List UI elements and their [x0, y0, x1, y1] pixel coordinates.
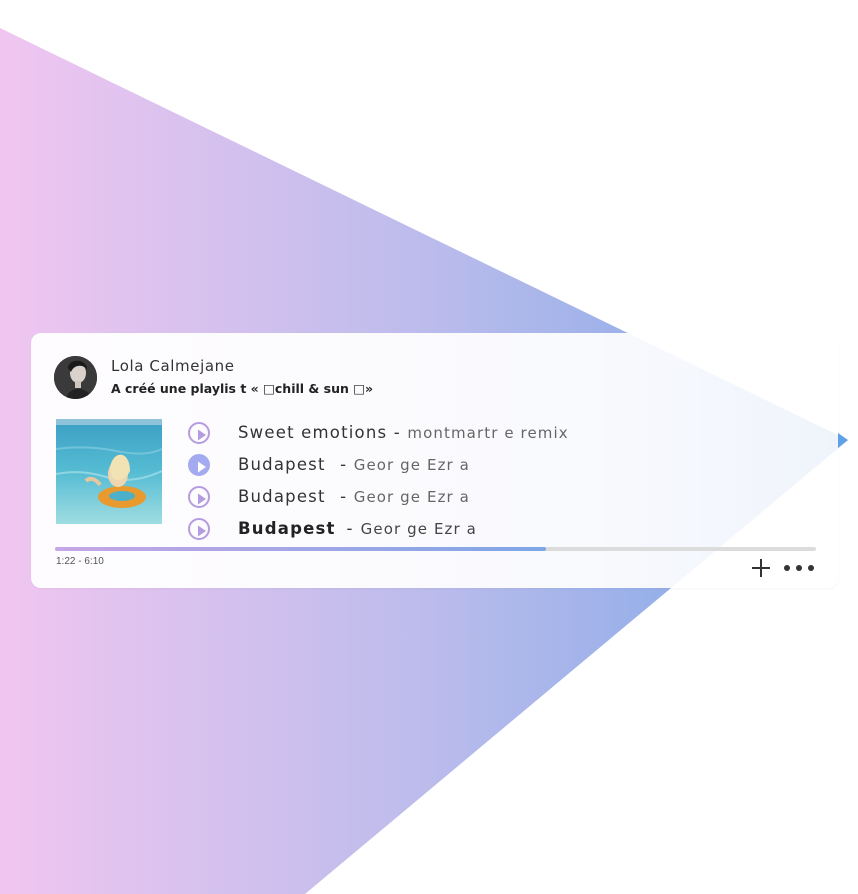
progress-bar[interactable]: [55, 547, 816, 551]
progress-fill: [55, 547, 546, 551]
track-artist: Geor ge Ezr a: [353, 488, 470, 506]
track-row[interactable]: Budapest - Geor ge Ezr a: [188, 517, 788, 545]
track-separator: -: [340, 487, 348, 506]
play-icon[interactable]: [188, 422, 210, 444]
track-name: Budapest: [238, 487, 326, 506]
activity-text: A créé une playlis t « □chill & sun □»: [111, 381, 374, 396]
track-separator: -: [393, 423, 401, 442]
track-name: Budapest: [238, 519, 336, 538]
track-row[interactable]: Budapest - Geor ge Ezr a: [188, 453, 788, 481]
play-icon[interactable]: [188, 518, 210, 540]
track-title: Budapest - Geor ge Ezr a: [238, 519, 477, 538]
play-icon[interactable]: [188, 486, 210, 508]
track-artist: Geor ge Ezr a: [360, 520, 477, 538]
track-row[interactable]: Budapest - Geor ge Ezr a: [188, 485, 788, 513]
playlist-cover-image[interactable]: [56, 419, 162, 524]
more-dots-icon[interactable]: [783, 560, 817, 576]
edge-arrow-icon: [838, 433, 848, 447]
track-title: Sweet emotions - montmartr e remix: [238, 423, 569, 442]
plus-icon[interactable]: [750, 557, 772, 579]
track-separator: -: [340, 455, 348, 474]
track-title: Budapest - Geor ge Ezr a: [238, 487, 470, 506]
activity-card: Lola Calmejane A créé une playlis t « □c…: [31, 333, 838, 588]
user-name[interactable]: Lola Calmejane: [111, 357, 235, 375]
track-artist: montmartr e remix: [407, 424, 569, 442]
track-separator: -: [346, 519, 354, 538]
track-name: Budapest: [238, 455, 326, 474]
playback-time: 1:22 - 6:10: [56, 556, 104, 567]
track-title: Budapest - Geor ge Ezr a: [238, 455, 470, 474]
avatar-image: [54, 356, 97, 399]
track-row[interactable]: Sweet emotions - montmartr e remix: [188, 421, 788, 449]
play-icon[interactable]: [188, 454, 210, 476]
track-name: Sweet emotions: [238, 423, 388, 442]
track-artist: Geor ge Ezr a: [353, 456, 470, 474]
avatar[interactable]: [54, 356, 97, 399]
